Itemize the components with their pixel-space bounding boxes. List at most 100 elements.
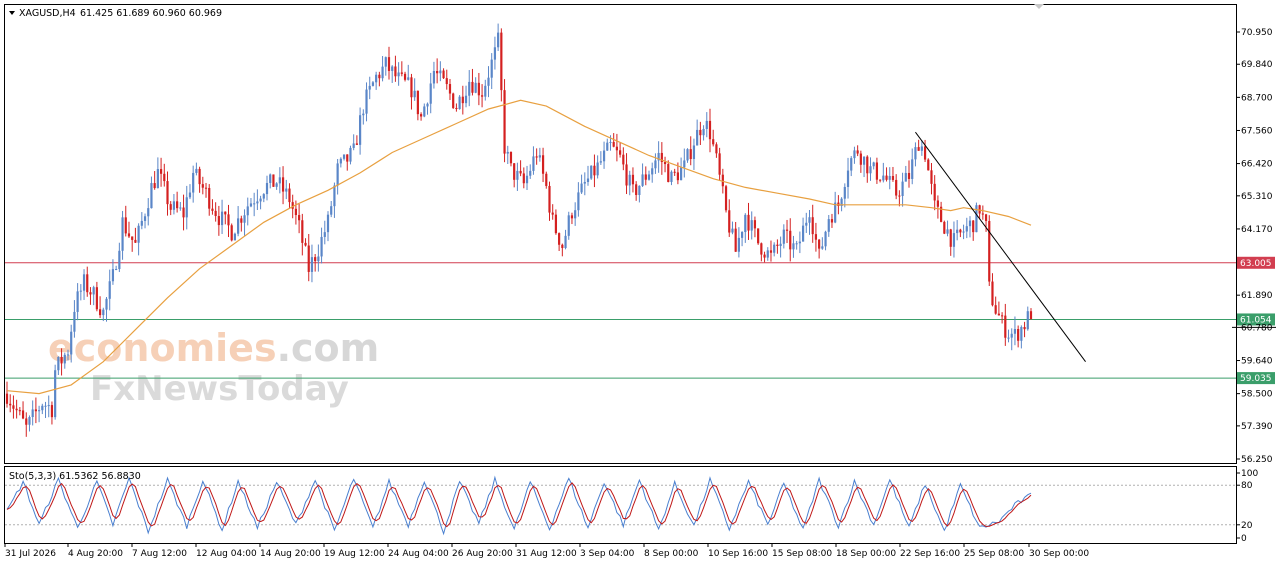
price-tick-label: 64.170 bbox=[1241, 225, 1273, 235]
symbol-label: XAGUSD,H4 bbox=[19, 8, 76, 19]
candle-body bbox=[917, 147, 920, 151]
candle-body bbox=[455, 107, 458, 110]
candle-body bbox=[1007, 337, 1010, 339]
candle-body bbox=[188, 192, 192, 198]
candle-body bbox=[18, 410, 21, 412]
candle-body bbox=[599, 161, 602, 163]
candle-body bbox=[224, 211, 227, 215]
candle-body bbox=[686, 149, 689, 161]
candle-body bbox=[265, 182, 269, 195]
candle-body bbox=[288, 188, 291, 203]
candle-body bbox=[615, 146, 618, 151]
candle-body bbox=[997, 313, 1000, 316]
candle-body bbox=[365, 89, 368, 114]
candle-body bbox=[663, 162, 667, 165]
candle-body bbox=[410, 77, 413, 98]
stoch-label: Sto(5,3,3) 61.5362 56.8830 bbox=[9, 471, 141, 482]
candle-body bbox=[397, 72, 400, 77]
candle-body bbox=[474, 82, 477, 93]
candle-body bbox=[317, 256, 320, 262]
candle-body bbox=[346, 154, 349, 162]
candle-body bbox=[12, 405, 15, 409]
candle-body bbox=[63, 354, 66, 364]
candle-body bbox=[375, 74, 378, 83]
candle-body bbox=[914, 147, 917, 160]
candle-body bbox=[647, 174, 651, 180]
candle-body bbox=[667, 164, 670, 182]
candle-body bbox=[233, 233, 237, 241]
svg-text:FxNewsToday: FxNewsToday bbox=[90, 369, 349, 409]
time-tick-label: 30 Sep 00:00 bbox=[1029, 549, 1089, 559]
candle-body bbox=[516, 170, 519, 180]
candle-body bbox=[326, 214, 330, 233]
candle-body bbox=[570, 215, 574, 219]
candle-body bbox=[779, 243, 782, 247]
candle-body bbox=[750, 220, 753, 231]
candle-body bbox=[991, 281, 994, 306]
candle-body bbox=[304, 242, 307, 246]
time-tick-label: 8 Sep 00:00 bbox=[644, 549, 699, 559]
candle-body bbox=[859, 153, 862, 165]
candle-body bbox=[792, 243, 795, 250]
candle-body bbox=[227, 214, 230, 226]
candle-body bbox=[525, 175, 529, 184]
candle-body bbox=[1017, 329, 1020, 341]
candle-body bbox=[73, 311, 76, 332]
candle-body bbox=[57, 357, 60, 371]
candle-body bbox=[577, 192, 580, 211]
candle-body bbox=[814, 234, 818, 240]
candle-body bbox=[818, 239, 821, 249]
candle-body bbox=[866, 156, 869, 174]
candle-body bbox=[882, 175, 885, 181]
candle-body bbox=[538, 155, 541, 158]
candle-body bbox=[635, 184, 638, 195]
candle-body bbox=[811, 217, 814, 235]
candle-body bbox=[102, 309, 105, 316]
candle-body bbox=[294, 208, 297, 216]
price-tick-label: 57.390 bbox=[1241, 422, 1273, 432]
candle-body bbox=[419, 114, 423, 117]
candle-body bbox=[936, 200, 939, 207]
candle-body bbox=[355, 143, 358, 145]
candle-body bbox=[105, 298, 108, 310]
candle-body bbox=[541, 155, 545, 174]
candle-body bbox=[683, 160, 686, 168]
candle-body bbox=[330, 206, 333, 215]
candle-body bbox=[744, 214, 747, 233]
candle-body bbox=[150, 183, 153, 209]
candle-body bbox=[285, 188, 288, 192]
price-tick-label: 59.640 bbox=[1241, 357, 1273, 367]
candle-body bbox=[5, 393, 9, 404]
ohlc-readout: 61.425 61.689 60.960 60.969 bbox=[80, 8, 222, 19]
candle-body bbox=[782, 229, 785, 244]
candle-body bbox=[391, 66, 394, 71]
candle-body bbox=[323, 232, 326, 237]
candle-body bbox=[583, 181, 586, 184]
candle-body bbox=[185, 197, 188, 218]
stoch-tick-label: 20 bbox=[1241, 521, 1253, 531]
candle-body bbox=[628, 174, 631, 186]
candle-body bbox=[984, 214, 988, 221]
candle-body bbox=[9, 403, 12, 406]
candle-body bbox=[140, 220, 143, 226]
price-tick-label: 56.250 bbox=[1241, 455, 1273, 465]
candle-body bbox=[95, 287, 98, 310]
candle-body bbox=[705, 120, 708, 129]
candle-body bbox=[586, 178, 590, 182]
candle-body bbox=[47, 405, 50, 407]
candle-body bbox=[805, 222, 808, 226]
candle-body bbox=[879, 179, 882, 181]
candle-body bbox=[217, 216, 220, 226]
candle-body bbox=[204, 187, 208, 189]
candle-body bbox=[891, 176, 895, 180]
candle-body bbox=[198, 168, 201, 185]
stoch-tick-label: 100 bbox=[1241, 469, 1258, 479]
candle-body bbox=[696, 129, 699, 146]
time-tick-label: 26 Aug 20:00 bbox=[452, 549, 513, 559]
candle-body bbox=[789, 230, 792, 250]
price-tick-label: 68.700 bbox=[1241, 93, 1273, 103]
candle-body bbox=[487, 77, 490, 86]
candle-body bbox=[34, 409, 37, 412]
watermark: economies.com FxNewsToday bbox=[48, 326, 379, 409]
candle-body bbox=[625, 164, 628, 186]
